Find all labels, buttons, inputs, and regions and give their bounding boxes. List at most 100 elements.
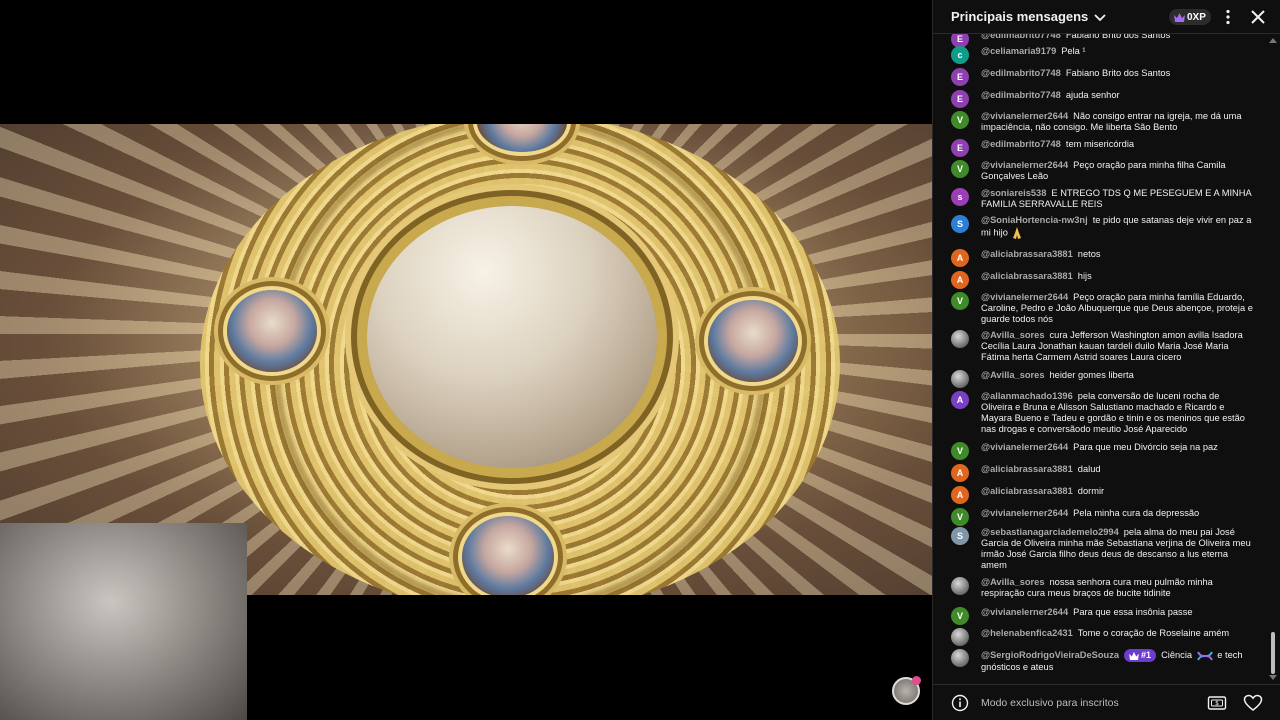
message-body: @aliciabrassara3881 dormir	[981, 486, 1253, 497]
message-body: @edilmabrito7748 Fabiano Brito dos Santos	[981, 68, 1253, 79]
message-body: @helenabenfica2431 Tome o coração de Rose…	[981, 628, 1253, 639]
avatar[interactable]: A	[951, 464, 969, 482]
saint-medallion-left	[227, 290, 317, 372]
message-author[interactable]: @celiamaria9179	[981, 46, 1056, 56]
message-body: @edilmabrito7748 Fabiano Brito dos Santos	[981, 34, 1253, 41]
message-author[interactable]: @allanmachado1396	[981, 391, 1073, 401]
message-body: @Avilla_sores heider gomes liberta	[981, 370, 1253, 381]
avatar[interactable]	[951, 370, 969, 388]
avatar[interactable]: V	[951, 160, 969, 178]
message-text: dormir	[1077, 486, 1105, 496]
avatar[interactable]	[951, 649, 969, 667]
avatar[interactable]: V	[951, 508, 969, 526]
message-author[interactable]: @edilmabrito7748	[981, 90, 1061, 100]
avatar[interactable]: S	[951, 215, 969, 233]
message-body: @edilmabrito7748 tem misericórdia	[981, 139, 1253, 150]
message-author[interactable]: @SoniaHortencia-nw3nj	[981, 215, 1088, 225]
avatar[interactable]: V	[951, 111, 969, 129]
message-text: Para que meu Divórcio seja na paz	[1073, 442, 1218, 452]
message-text: Ciência	[1161, 649, 1193, 660]
scrollbar-thumb[interactable]	[1271, 632, 1275, 674]
message-author[interactable]: @edilmabrito7748	[981, 34, 1061, 40]
message-text: Tome o coração de Roselaine amém	[1077, 628, 1230, 638]
message-author[interactable]: @aliciabrassara3881	[981, 464, 1073, 474]
saint-medallion-right	[708, 300, 798, 382]
rank-badge: #1	[1124, 649, 1157, 662]
message-author[interactable]: @vivianelerner2644	[981, 292, 1068, 302]
message-author[interactable]: @vivianelerner2644	[981, 442, 1068, 452]
message-author[interactable]: @edilmabrito7748	[981, 68, 1061, 78]
message-text: netos	[1077, 249, 1101, 259]
xp-value: 0XP	[1187, 11, 1206, 23]
message-author[interactable]: @SergioRodrigoVieiraDeSouza	[981, 650, 1119, 660]
message-body: @vivianelerner2644 Para que meu Divórcio …	[981, 442, 1253, 453]
message-author[interactable]: @sebastianagarciademelo2994	[981, 527, 1119, 537]
message-text: Fabiano Brito dos Santos	[1065, 34, 1171, 40]
message-author[interactable]: @soniareis538	[981, 188, 1046, 198]
crown-icon	[1129, 651, 1139, 660]
message-author[interactable]: @aliciabrassara3881	[981, 486, 1073, 496]
message-author[interactable]: @helenabenfica2431	[981, 628, 1073, 638]
message-body: @allanmachado1396 pela conversão de lucen…	[981, 391, 1253, 435]
message-author[interactable]: @vivianelerner2644	[981, 160, 1068, 170]
praying-hands-icon	[1010, 226, 1024, 240]
message-body: @celiamaria9179 Pela ¹	[981, 46, 1253, 57]
message-author[interactable]: @aliciabrassara3881	[981, 249, 1073, 259]
message-text: tem misericórdia	[1065, 139, 1135, 149]
avatar[interactable]: A	[951, 391, 969, 409]
message-text: Fabiano Brito dos Santos	[1065, 68, 1171, 78]
close-icon[interactable]	[1249, 8, 1267, 26]
chat-mode-selector[interactable]: Principais mensagens	[951, 9, 1088, 24]
avatar[interactable]: A	[951, 486, 969, 504]
message-author[interactable]: @Avilla_sores	[981, 577, 1045, 587]
message-body: @aliciabrassara3881 hijs	[981, 271, 1253, 282]
avatar[interactable]: V	[951, 442, 969, 460]
avatar[interactable]: s	[951, 188, 969, 206]
message-body: @Avilla_sores nossa senhora cura meu pulm…	[981, 577, 1253, 599]
xp-badge[interactable]: 0XP	[1169, 9, 1211, 25]
scroll-down-icon[interactable]	[1269, 675, 1277, 681]
avatar[interactable]: E	[951, 139, 969, 157]
scroll-up-icon[interactable]	[1269, 37, 1277, 43]
chevron-down-icon[interactable]	[1092, 9, 1108, 25]
message-author[interactable]: @Avilla_sores	[981, 330, 1045, 340]
avatar[interactable]	[951, 577, 969, 595]
webcam-overlay	[0, 523, 247, 720]
avatar[interactable]: S	[951, 527, 969, 545]
message-body: @aliciabrassara3881 dalud	[981, 464, 1253, 475]
avatar[interactable]: V	[951, 607, 969, 625]
more-options-icon[interactable]	[1219, 8, 1237, 26]
avatar[interactable]: A	[951, 271, 969, 289]
avatar[interactable]: E	[951, 90, 969, 108]
super-chat-icon[interactable]: $	[1207, 695, 1227, 711]
avatar[interactable]: E	[951, 68, 969, 86]
message-body: @sebastianagarciademelo2994 pela alma do …	[981, 527, 1253, 571]
message-text: hijs	[1077, 271, 1092, 281]
message-author[interactable]: @Avilla_sores	[981, 370, 1045, 380]
avatar[interactable]: V	[951, 292, 969, 310]
message-body: @vivianelerner2644 Peço oração para minha…	[981, 292, 1253, 325]
message-author[interactable]: @vivianelerner2644	[981, 607, 1068, 617]
info-icon[interactable]	[951, 694, 969, 712]
message-text: Pela minha cura da depressão	[1073, 508, 1200, 518]
message-author[interactable]: @vivianelerner2644	[981, 111, 1068, 121]
message-body: @vivianelerner2644 Não consigo entrar na …	[981, 111, 1253, 133]
message-author[interactable]: @vivianelerner2644	[981, 508, 1068, 518]
message-body: @vivianelerner2644 Para que essa insônia …	[981, 607, 1253, 618]
avatar[interactable]: A	[951, 249, 969, 267]
live-chat-panel: Principais mensagens 0XP E @edilmabrito77…	[932, 0, 1280, 720]
chat-footer: Modo exclusivo para inscritos $	[933, 684, 1280, 720]
avatar[interactable]	[951, 330, 969, 348]
chat-message-list[interactable]: E @edilmabrito7748 Fabiano Brito dos Santo…	[933, 34, 1280, 684]
avatar[interactable]: c	[951, 46, 969, 64]
message-body: @edilmabrito7748 ajuda senhor	[981, 90, 1253, 101]
heart-reaction-icon[interactable]	[1243, 694, 1263, 712]
dna-icon	[1196, 650, 1213, 662]
video-player[interactable]	[0, 0, 932, 720]
avatar[interactable]	[951, 628, 969, 646]
message-author[interactable]: @edilmabrito7748	[981, 139, 1061, 149]
viewer-avatar-icon[interactable]	[892, 676, 921, 705]
message-body: @vivianelerner2644 Pela minha cura da dep…	[981, 508, 1253, 519]
message-author[interactable]: @aliciabrassara3881	[981, 271, 1073, 281]
chat-header: Principais mensagens 0XP	[933, 0, 1280, 34]
